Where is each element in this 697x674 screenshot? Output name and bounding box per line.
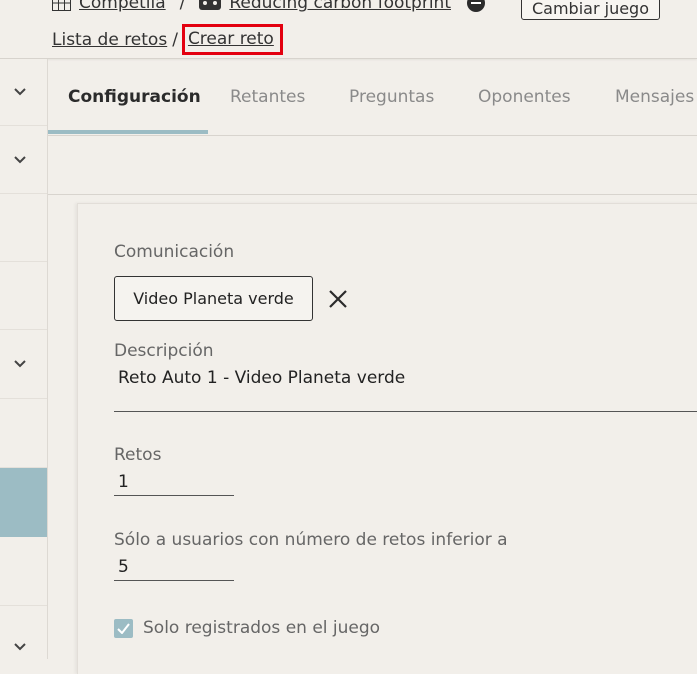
game-link[interactable]: Reducing carbon footprint: [229, 0, 451, 13]
tab-preguntas[interactable]: Preguntas: [349, 59, 434, 134]
chevron-down-icon: [13, 643, 26, 651]
tab-mensajes[interactable]: Mensajes: [615, 59, 694, 134]
sidebar-item-5[interactable]: [0, 330, 47, 399]
sidebar-item-active[interactable]: [0, 468, 47, 537]
description-input[interactable]: Reto Auto 1 - Video Planeta verde: [118, 368, 405, 388]
tab-configuracion[interactable]: Configuración: [68, 59, 201, 134]
tab-oponentes[interactable]: Oponentes: [478, 59, 571, 134]
communication-chip[interactable]: Video Planeta verde: [114, 276, 313, 321]
description-label: Descripción: [114, 341, 214, 361]
tab-retantes[interactable]: Retantes: [230, 59, 305, 134]
max-challenges-label: Sólo a usuarios con número de retos infe…: [114, 530, 508, 550]
description-underline: [114, 411, 697, 412]
registered-label: Solo registrados en el juego: [143, 618, 381, 638]
change-game-button[interactable]: Cambiar juego: [521, 0, 660, 20]
chevron-down-icon: [13, 88, 26, 96]
sidebar: [0, 59, 48, 659]
gamepad-icon: [199, 0, 222, 10]
top-bar: Competiia / Reducing carbon footprint Ca…: [0, 0, 697, 59]
breadcrumb: Lista de retos / Crear reto: [52, 24, 283, 55]
close-icon[interactable]: [328, 289, 348, 309]
checkmark-icon: [117, 623, 130, 634]
sidebar-item-3[interactable]: [0, 194, 47, 262]
competition-link[interactable]: Competiia: [79, 0, 166, 13]
form-card: [77, 203, 697, 674]
chevron-down-icon: [13, 155, 26, 163]
breadcrumb-separator: /: [172, 29, 178, 50]
retos-label: Retos: [114, 445, 162, 465]
max-challenges-input[interactable]: 5: [114, 557, 234, 581]
sidebar-item-8[interactable]: [0, 537, 47, 606]
crumb-separator: /: [179, 0, 186, 13]
toolbar-strip: [48, 136, 697, 195]
tab-bar: Configuración Retantes Preguntas Oponent…: [48, 59, 697, 136]
sidebar-item-9[interactable]: [0, 606, 47, 666]
breadcrumb-current[interactable]: Crear reto: [181, 24, 283, 55]
sidebar-item-1[interactable]: [0, 59, 47, 126]
active-tab-indicator: [48, 130, 208, 134]
breadcrumb-challenge-list[interactable]: Lista de retos: [52, 30, 167, 50]
sidebar-item-2[interactable]: [0, 126, 47, 194]
remove-game-icon[interactable]: [467, 0, 485, 12]
game-breadcrumb: Competiia / Reducing carbon footprint: [52, 0, 485, 14]
communication-label: Comunicación: [114, 242, 235, 262]
sidebar-item-6[interactable]: [0, 399, 47, 468]
registered-checkbox[interactable]: [114, 619, 133, 638]
table-icon: [52, 0, 71, 11]
chevron-down-icon: [13, 360, 26, 368]
retos-input[interactable]: 1: [114, 472, 234, 496]
sidebar-item-4[interactable]: [0, 262, 47, 330]
